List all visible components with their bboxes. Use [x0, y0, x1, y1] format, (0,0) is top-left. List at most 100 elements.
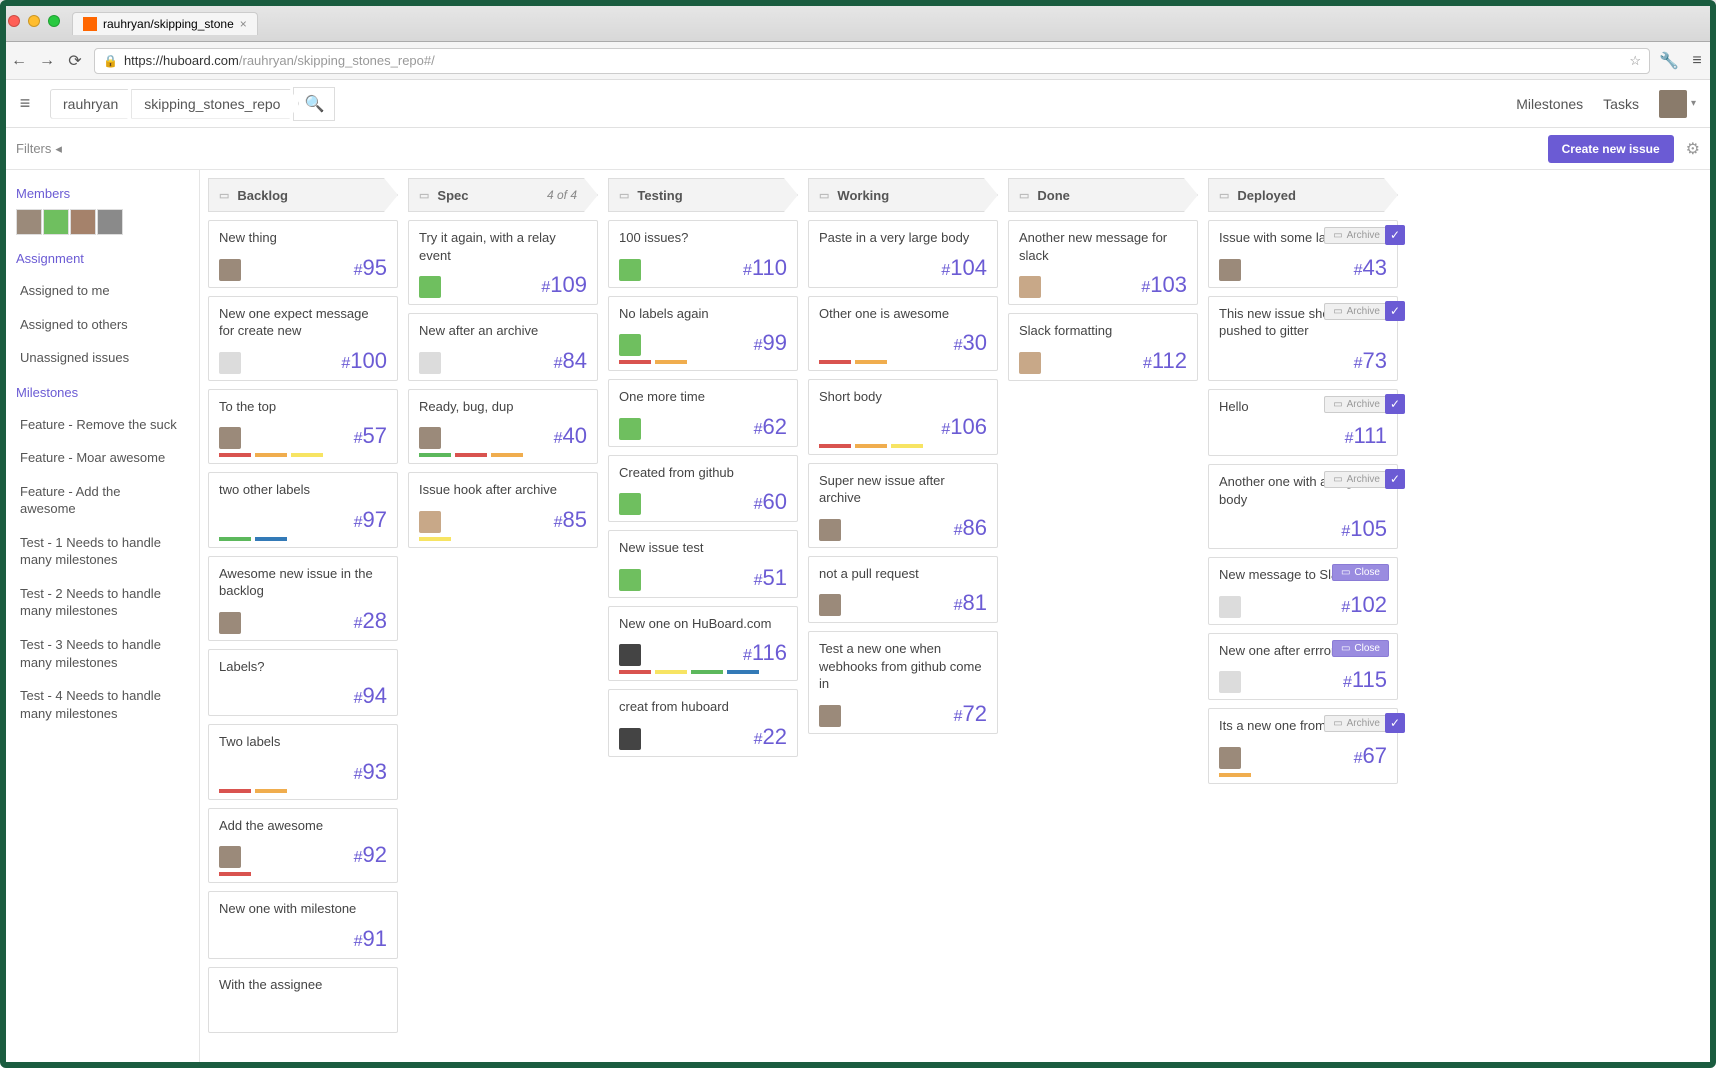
- assignee-avatar[interactable]: [619, 259, 641, 281]
- issue-card[interactable]: Other one is awesome #30: [808, 296, 998, 372]
- issue-card[interactable]: Hello▭Archive✓ #111: [1208, 389, 1398, 457]
- issue-card[interactable]: Another new message for slack #103: [1008, 220, 1198, 305]
- assignee-avatar[interactable]: [819, 705, 841, 727]
- assignee-avatar[interactable]: [819, 519, 841, 541]
- board[interactable]: ▭ Backlog New thing #95 New one expect m…: [200, 170, 1716, 1068]
- forward-button[interactable]: →: [38, 52, 56, 70]
- assignee-avatar[interactable]: [1219, 747, 1241, 769]
- issue-card[interactable]: not a pull request #81: [808, 556, 998, 624]
- assignee-avatar[interactable]: [619, 418, 641, 440]
- assignee-avatar[interactable]: [819, 594, 841, 616]
- card-action-button[interactable]: ▭Close: [1332, 640, 1389, 657]
- assignee-avatar[interactable]: [219, 427, 241, 449]
- user-menu[interactable]: ▾: [1659, 90, 1696, 118]
- issue-card[interactable]: New one on HuBoard.com #116: [608, 606, 798, 682]
- assignee-avatar[interactable]: [619, 644, 641, 666]
- assignee-avatar[interactable]: [219, 846, 241, 868]
- settings-button[interactable]: ⚙: [1686, 139, 1700, 159]
- back-button[interactable]: ←: [10, 52, 28, 70]
- tab-close-icon[interactable]: ×: [240, 17, 247, 31]
- assignee-avatar[interactable]: [219, 612, 241, 634]
- issue-card[interactable]: New one with milestone #91: [208, 891, 398, 959]
- assignee-avatar[interactable]: [619, 334, 641, 356]
- card-action-button[interactable]: ▭Archive: [1324, 303, 1389, 320]
- member-avatar[interactable]: [70, 209, 96, 235]
- zoom-window-icon[interactable]: [48, 15, 60, 27]
- issue-card[interactable]: 100 issues? #110: [608, 220, 798, 288]
- card-action-button[interactable]: ▭Archive: [1324, 396, 1389, 413]
- assignee-avatar[interactable]: [219, 352, 241, 374]
- sidebar-milestone-item[interactable]: Test - 4 Needs to handle many milestones: [16, 679, 183, 730]
- issue-card[interactable]: Try it again, with a relay event #109: [408, 220, 598, 305]
- nav-milestones[interactable]: Milestones: [1516, 96, 1583, 112]
- create-issue-button[interactable]: Create new issue: [1548, 135, 1674, 163]
- hamburger-menu-icon[interactable]: ≡: [0, 93, 50, 114]
- url-bar[interactable]: 🔒 https:// huboard.com /rauhryan/skippin…: [94, 48, 1650, 74]
- sidebar-assignment-item[interactable]: Assigned to others: [16, 308, 183, 342]
- extension-icon[interactable]: 🔧: [1660, 52, 1678, 70]
- card-action-button[interactable]: ▭Close: [1332, 564, 1389, 581]
- issue-card[interactable]: New one after errror▭Close #115: [1208, 633, 1398, 701]
- card-action-button[interactable]: ▭Archive: [1324, 227, 1389, 244]
- issue-card[interactable]: With the assignee: [208, 967, 398, 1033]
- assignee-avatar[interactable]: [419, 276, 441, 298]
- assignee-avatar[interactable]: [1019, 352, 1041, 374]
- issue-card[interactable]: Another one with a large body▭Archive✓ #…: [1208, 464, 1398, 549]
- assignee-avatar[interactable]: [219, 259, 241, 281]
- issue-card[interactable]: Awesome new issue in the backlog #28: [208, 556, 398, 641]
- search-button[interactable]: 🔍: [293, 87, 335, 121]
- issue-card[interactable]: No labels again #99: [608, 296, 798, 372]
- reload-button[interactable]: ⟳: [66, 52, 84, 70]
- assignee-avatar[interactable]: [619, 569, 641, 591]
- issue-card[interactable]: One more time #62: [608, 379, 798, 447]
- issue-card[interactable]: New thing #95: [208, 220, 398, 288]
- sidebar-assignment-item[interactable]: Unassigned issues: [16, 341, 183, 375]
- close-window-icon[interactable]: [8, 15, 20, 27]
- assignee-avatar[interactable]: [419, 427, 441, 449]
- column-header[interactable]: ▭ Done: [1008, 178, 1198, 212]
- issue-card[interactable]: New after an archive #84: [408, 313, 598, 381]
- collapse-icon[interactable]: ▭: [1219, 189, 1229, 202]
- issue-card[interactable]: Its a new one from huboard▭Archive✓ #67: [1208, 708, 1398, 784]
- issue-card[interactable]: Ready, bug, dup #40: [408, 389, 598, 465]
- breadcrumb-repo[interactable]: skipping_stones_repo: [131, 89, 299, 119]
- menu-icon[interactable]: ≡: [1688, 52, 1706, 70]
- card-action-button[interactable]: ▭Archive: [1324, 715, 1389, 732]
- issue-card[interactable]: Test a new one when webhooks from github…: [808, 631, 998, 734]
- assignee-avatar[interactable]: [1219, 596, 1241, 618]
- issue-card[interactable]: two other labels #97: [208, 472, 398, 548]
- issue-card[interactable]: Labels? #94: [208, 649, 398, 717]
- member-avatar[interactable]: [16, 209, 42, 235]
- issue-card[interactable]: Issue with some labels▭Archive✓ #43: [1208, 220, 1398, 288]
- collapse-icon[interactable]: ▭: [1019, 189, 1029, 202]
- collapse-icon[interactable]: ▭: [819, 189, 829, 202]
- bookmark-star-icon[interactable]: ☆: [1629, 53, 1641, 69]
- issue-card[interactable]: Short body #106: [808, 379, 998, 455]
- sidebar-milestone-item[interactable]: Test - 3 Needs to handle many milestones: [16, 628, 183, 679]
- issue-card[interactable]: This new issue should be pushed to gitte…: [1208, 296, 1398, 381]
- assignee-avatar[interactable]: [1219, 671, 1241, 693]
- assignee-avatar[interactable]: [619, 493, 641, 515]
- issue-card[interactable]: Created from github #60: [608, 455, 798, 523]
- issue-card[interactable]: Two labels #93: [208, 724, 398, 800]
- issue-card[interactable]: Paste in a very large body #104: [808, 220, 998, 288]
- browser-tab[interactable]: rauhryan/skipping_stone ×: [72, 12, 258, 35]
- sidebar-milestone-item[interactable]: Test - 2 Needs to handle many milestones: [16, 577, 183, 628]
- collapse-icon[interactable]: ▭: [619, 189, 629, 202]
- assignee-avatar[interactable]: [619, 728, 641, 750]
- card-action-button[interactable]: ▭Archive: [1324, 471, 1389, 488]
- column-header[interactable]: ▭ Backlog: [208, 178, 398, 212]
- breadcrumb-owner[interactable]: rauhryan: [50, 89, 137, 119]
- issue-card[interactable]: New issue test #51: [608, 530, 798, 598]
- issue-card[interactable]: creat from huboard #22: [608, 689, 798, 757]
- issue-card[interactable]: Add the awesome #92: [208, 808, 398, 884]
- column-header[interactable]: ▭ Testing: [608, 178, 798, 212]
- column-header[interactable]: ▭ Working: [808, 178, 998, 212]
- issue-card[interactable]: Issue hook after archive #85: [408, 472, 598, 548]
- assignee-avatar[interactable]: [1019, 276, 1041, 298]
- minimize-window-icon[interactable]: [28, 15, 40, 27]
- collapse-icon[interactable]: ▭: [219, 189, 229, 202]
- column-header[interactable]: ▭ Spec 4 of 4: [408, 178, 598, 212]
- member-avatar[interactable]: [43, 209, 69, 235]
- sidebar-milestone-item[interactable]: Feature - Add the awesome: [16, 475, 183, 526]
